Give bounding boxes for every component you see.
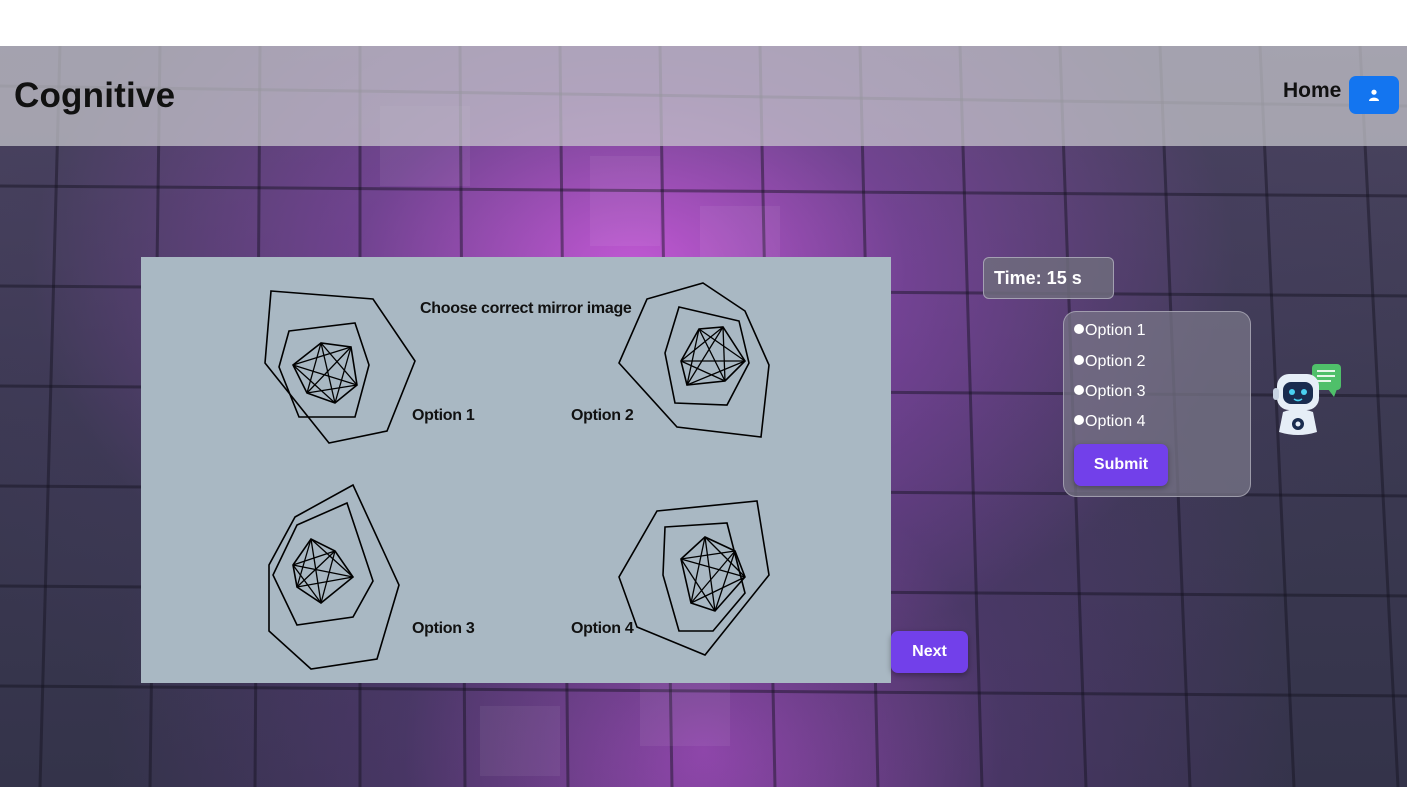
radio-button[interactable] xyxy=(1074,355,1084,365)
chatbot-icon[interactable] xyxy=(1273,362,1343,438)
user-button[interactable] xyxy=(1349,76,1399,114)
option-3-label: Option 3 xyxy=(412,620,475,637)
answer-option-2[interactable]: Option 2 xyxy=(1074,353,1145,371)
option-3-figure xyxy=(268,483,400,670)
brand-logo-text[interactable]: Cognitive xyxy=(14,76,175,116)
timer-display: Time: 15 s xyxy=(983,257,1114,299)
answer-option-3[interactable]: Option 3 xyxy=(1074,383,1145,401)
user-icon xyxy=(1369,89,1379,101)
answer-option-4[interactable]: Option 4 xyxy=(1074,413,1145,431)
answer-options-panel: Option 1 Option 2 Option 3 Option 4 Subm… xyxy=(1063,311,1251,497)
answer-option-1[interactable]: Option 1 xyxy=(1074,322,1145,340)
question-prompt: Choose correct mirror image xyxy=(420,300,632,317)
answer-option-label: Option 1 xyxy=(1085,322,1146,339)
option-4-figure xyxy=(618,500,770,656)
top-header: Cognitive Home xyxy=(0,46,1407,146)
option-2-figure xyxy=(618,282,770,438)
radio-button[interactable] xyxy=(1074,385,1084,395)
next-button[interactable]: Next xyxy=(891,631,968,673)
nav-home-link[interactable]: Home xyxy=(1283,79,1341,103)
answer-option-label: Option 2 xyxy=(1085,353,1146,370)
answer-option-label: Option 3 xyxy=(1085,383,1146,400)
submit-button[interactable]: Submit xyxy=(1074,444,1168,486)
radio-button[interactable] xyxy=(1074,415,1084,425)
radio-button[interactable] xyxy=(1074,324,1084,334)
option-1-figure xyxy=(264,290,416,444)
question-panel: Choose correct mirror image Option 1 Opt… xyxy=(141,257,891,683)
option-1-label: Option 1 xyxy=(412,407,475,424)
option-4-label: Option 4 xyxy=(571,620,634,637)
option-2-label: Option 2 xyxy=(571,407,634,424)
answer-option-label: Option 4 xyxy=(1085,413,1146,430)
